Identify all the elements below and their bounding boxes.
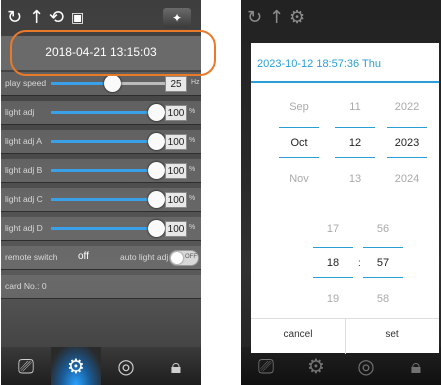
refresh-icon[interactable]: ⟲ [49, 8, 64, 28]
play-speed-track-filled [51, 82, 111, 85]
upload-arrow-icon[interactable]: ↑ [29, 8, 44, 28]
light-adj-d-unit: % [189, 224, 196, 231]
toggle-state-text: OFF [185, 254, 197, 260]
dialog-header-text: 2023-10-12 18:57:36 Thu [257, 58, 381, 70]
tv-icon[interactable]: ⎚ [1, 347, 51, 385]
time-separator: : [358, 258, 361, 269]
light-adj-label: light adj [5, 107, 35, 117]
light-adj-a-label: light adj A [5, 136, 42, 146]
card-no-row: card No.: 0 [1, 275, 201, 299]
light-adj-unit: % [189, 108, 196, 115]
light-adj-c-row: light adj C 100 % [1, 188, 201, 212]
remote-switch-label: remote switch [5, 252, 58, 262]
light-adj-a-row: light adj A 100 % [1, 130, 201, 154]
month-line-top [279, 127, 319, 128]
month-selected[interactable]: Oct [279, 137, 319, 149]
hour-next[interactable]: 19 [313, 293, 353, 305]
dialog-footer: cancel set [251, 318, 439, 354]
light-adj-c-value[interactable]: 100 [165, 192, 187, 208]
cancel-button[interactable]: cancel [251, 329, 345, 340]
light-adj-knob[interactable] [148, 104, 165, 121]
light-adj-row: light adj 100 % [1, 101, 201, 125]
month-next[interactable]: Nov [279, 173, 319, 185]
auto-light-adj-toggle[interactable]: OFF [169, 250, 199, 266]
year-line-top [387, 127, 427, 128]
light-adj-b-unit: % [189, 166, 196, 173]
light-adj-c-knob[interactable] [148, 191, 165, 208]
dialog-header: 2023-10-12 18:57:36 Thu [251, 43, 439, 83]
light-adj-b-track [51, 169, 156, 172]
minute-line-top [363, 247, 403, 248]
disc-icon[interactable]: ◎ [101, 347, 151, 385]
datetime-picker-dialog: 2023-10-12 18:57:36 Thu Sep Oct Nov 11 1… [251, 43, 439, 354]
light-adj-a-knob[interactable] [148, 133, 165, 150]
light-adj-b-label: light adj B [5, 165, 43, 175]
day-prev[interactable]: 11 [335, 101, 375, 113]
minute-next[interactable]: 58 [363, 293, 403, 305]
bottom-nav: ⎚ ⚙ ◎ 🔒︎ [1, 347, 201, 385]
date-picker-screen: ↻ ↑ ⚙ ⎚ ⚙ ◎ 🔒︎ 2023-10-12 18:57:36 Thu S… [241, 0, 441, 385]
day-line-top [335, 127, 375, 128]
magic-wand-icon[interactable]: ✦ [163, 8, 191, 28]
card-no-text: card No.: 0 [5, 281, 47, 291]
play-speed-slider-knob[interactable] [104, 75, 121, 92]
light-adj-b-value[interactable]: 100 [165, 163, 187, 179]
light-adj-d-knob[interactable] [148, 220, 165, 237]
year-next[interactable]: 2024 [387, 173, 427, 185]
minute-line-bottom [363, 277, 403, 278]
play-speed-label: play speed [5, 78, 47, 88]
year-line-bottom [387, 157, 427, 158]
month-line-bottom [279, 157, 319, 158]
hour-line-bottom [313, 277, 353, 278]
light-adj-d-label: light adj D [5, 223, 43, 233]
hour-line-top [313, 247, 353, 248]
light-adj-d-value[interactable]: 100 [165, 221, 187, 237]
year-prev[interactable]: 2022 [387, 101, 427, 113]
light-adj-b-knob[interactable] [148, 162, 165, 179]
light-adj-a-value[interactable]: 100 [165, 134, 187, 150]
hour-prev[interactable]: 17 [313, 223, 353, 235]
datetime-highlight-ring [10, 30, 216, 76]
month-prev[interactable]: Sep [279, 101, 319, 113]
remote-switch-row: remote switch off auto light adj OFF [1, 246, 201, 270]
minute-prev[interactable]: 56 [363, 223, 403, 235]
set-button[interactable]: set [345, 329, 439, 340]
light-adj-value[interactable]: 100 [165, 105, 187, 121]
remote-switch-dropdown[interactable]: off [78, 251, 89, 262]
light-adj-c-label: light adj C [5, 194, 43, 204]
light-adj-d-row: light adj D 100 % [1, 217, 201, 241]
day-selected[interactable]: 12 [335, 137, 375, 149]
toggle-knob [171, 252, 183, 264]
settings-gear-icon[interactable]: ⚙ [51, 347, 101, 385]
light-adj-a-track [51, 140, 156, 143]
play-speed-unit: Hz [191, 79, 200, 86]
year-selected[interactable]: 2023 [387, 137, 427, 149]
light-adj-track [51, 111, 156, 114]
minute-selected[interactable]: 57 [363, 257, 403, 269]
day-next[interactable]: 13 [335, 173, 375, 185]
hour-selected[interactable]: 18 [313, 257, 353, 269]
lock-icon[interactable]: 🔒︎ [151, 347, 201, 385]
sync-icon[interactable]: ↻ [7, 8, 22, 28]
auto-light-adj-label: auto light adj [120, 252, 169, 262]
day-line-bottom [335, 157, 375, 158]
light-adj-b-row: light adj B 100 % [1, 159, 201, 183]
play-speed-value[interactable]: 25 [165, 76, 187, 92]
camera-icon[interactable]: ▣ [71, 8, 84, 28]
light-adj-c-track [51, 198, 156, 201]
light-adj-c-unit: % [189, 195, 196, 202]
light-adj-a-unit: % [189, 137, 196, 144]
light-adj-d-track [51, 227, 156, 230]
